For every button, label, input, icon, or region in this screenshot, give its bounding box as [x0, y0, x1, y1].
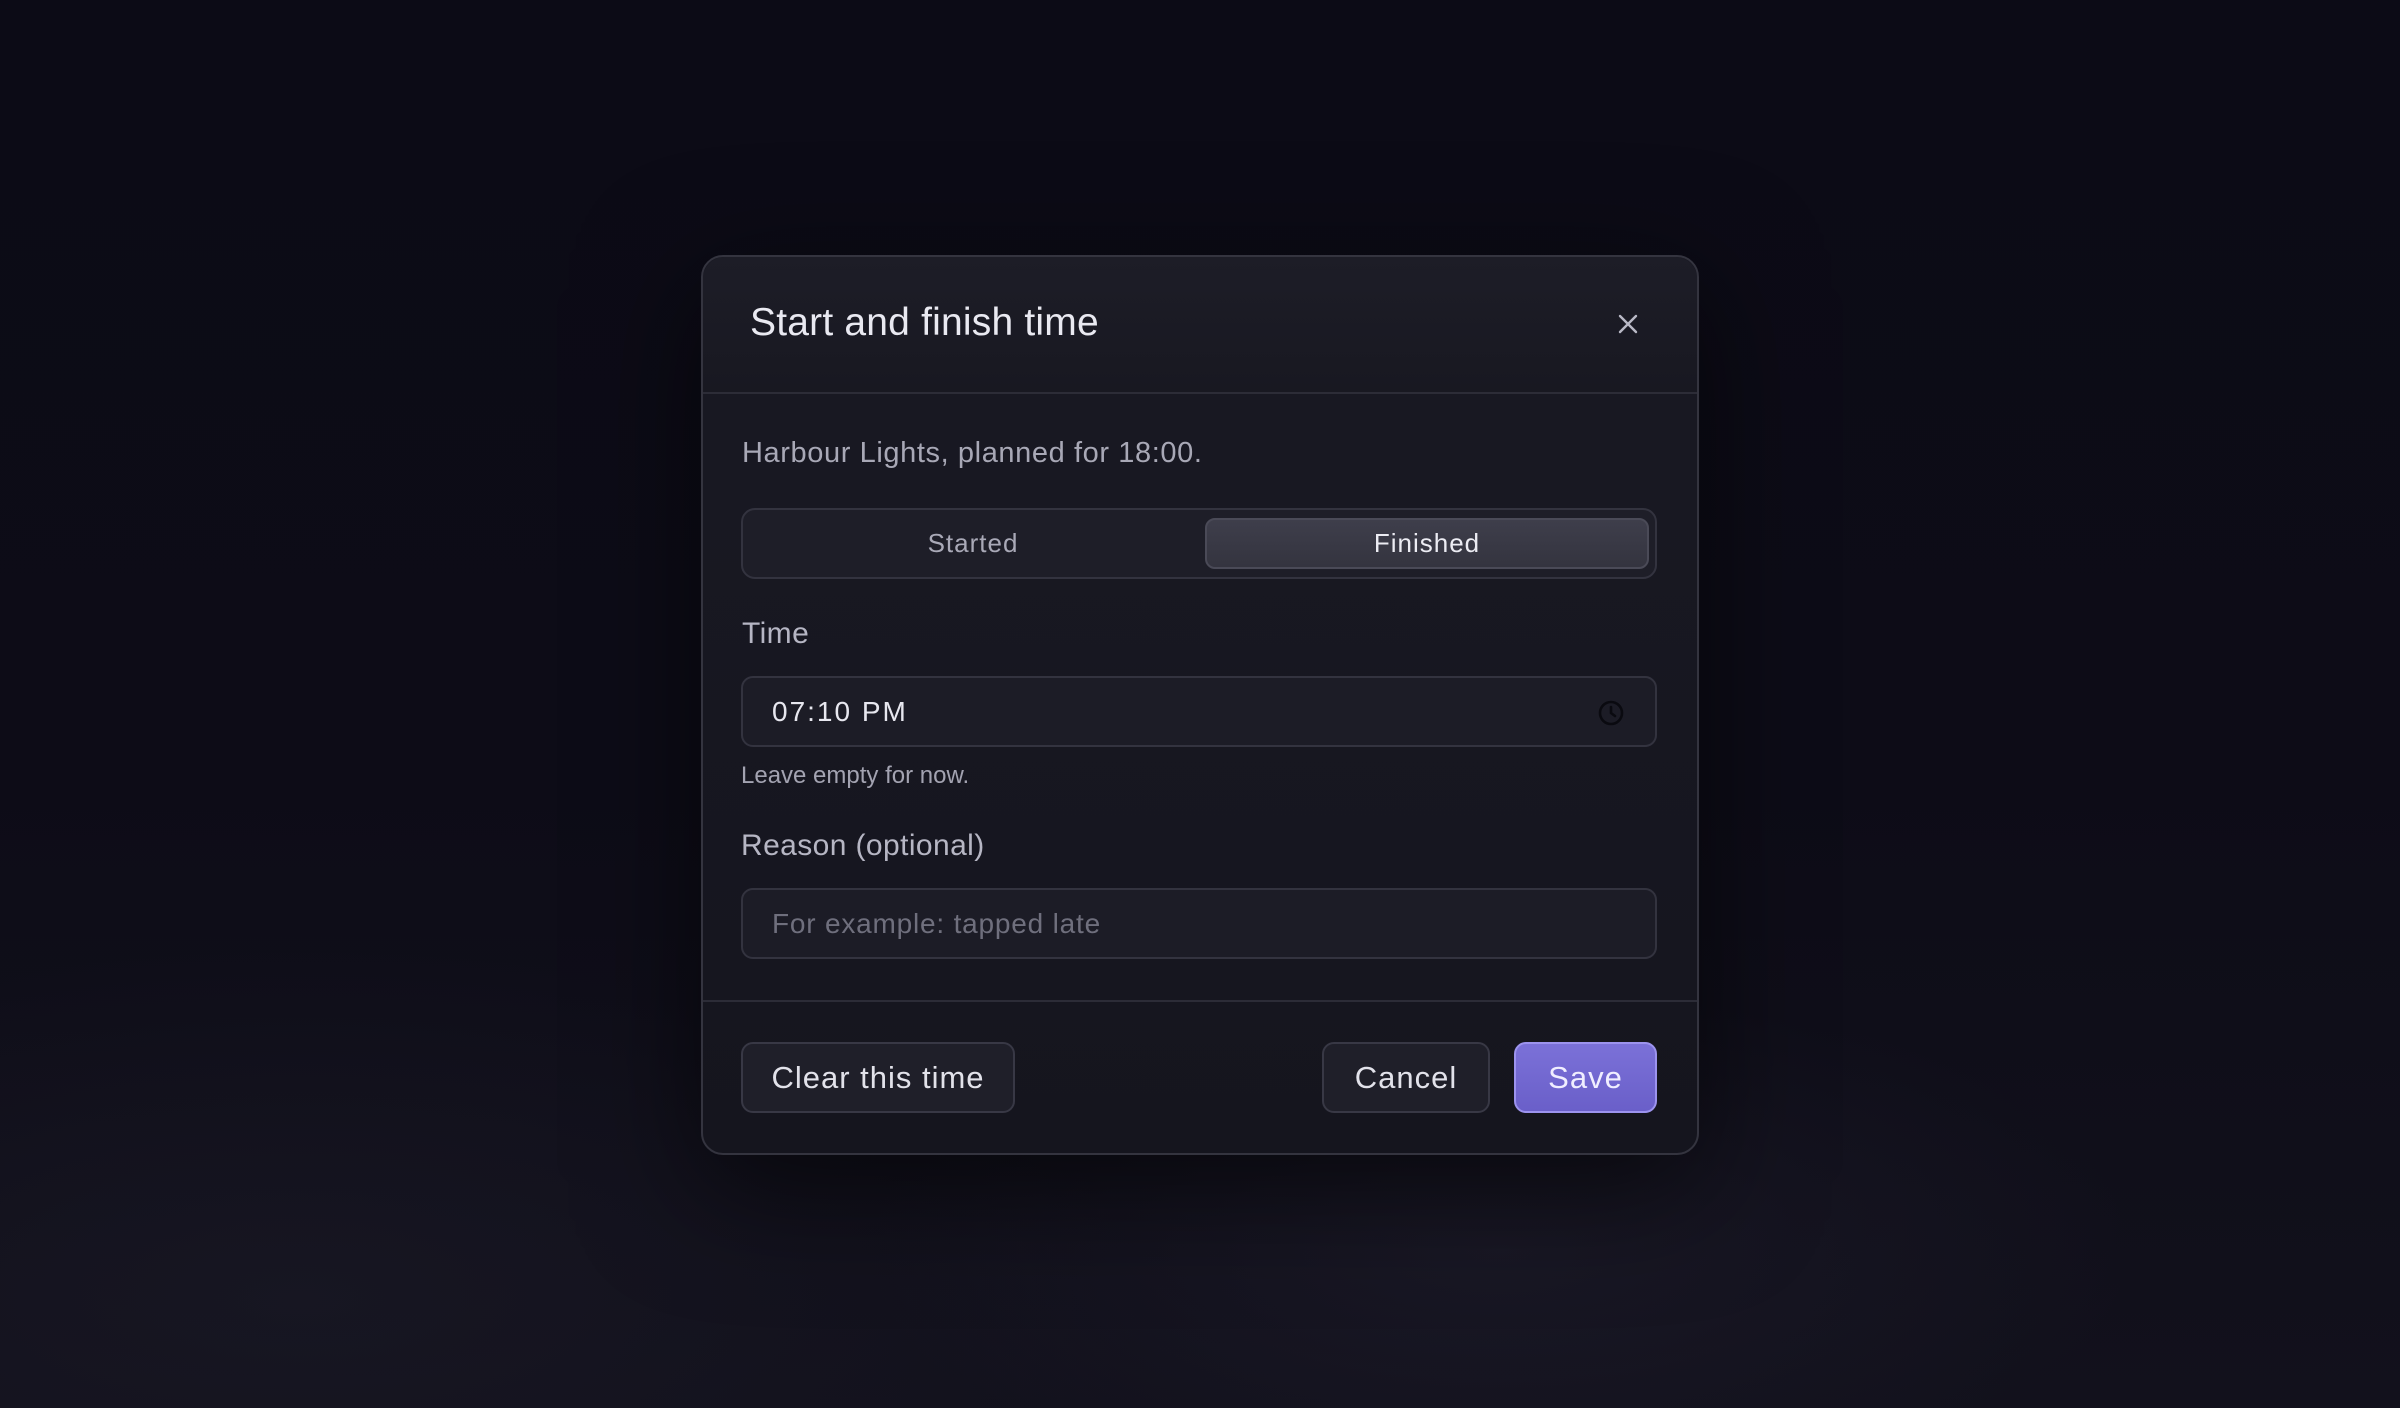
dialog-subtitle: Harbour Lights, planned for 18:00. [742, 437, 1203, 469]
time-helper-text: Leave empty for now. [741, 762, 970, 789]
cancel-button[interactable]: Cancel [1322, 1042, 1490, 1113]
reason-placeholder: For example: tapped late [772, 907, 1101, 939]
footer-divider [703, 1000, 1697, 1002]
reason-input[interactable]: For example: tapped late [741, 888, 1657, 959]
reason-label: Reason (optional) [741, 829, 985, 862]
close-icon [1618, 314, 1638, 334]
close-button[interactable] [1606, 302, 1650, 346]
time-label: Time [742, 617, 810, 650]
dialog-header: Start and finish time [703, 257, 1697, 394]
time-value: 07:10 PM [772, 695, 908, 727]
started-finished-toggle: Started Finished [741, 508, 1657, 579]
segment-finished[interactable]: Finished [1205, 518, 1649, 569]
segment-started[interactable]: Started [751, 518, 1195, 569]
clear-time-button[interactable]: Clear this time [741, 1042, 1015, 1113]
dialog-title: Start and finish time [750, 301, 1099, 344]
time-input[interactable]: 07:10 PM [741, 676, 1657, 747]
clock-icon[interactable] [1597, 699, 1625, 727]
save-button[interactable]: Save [1514, 1042, 1657, 1113]
